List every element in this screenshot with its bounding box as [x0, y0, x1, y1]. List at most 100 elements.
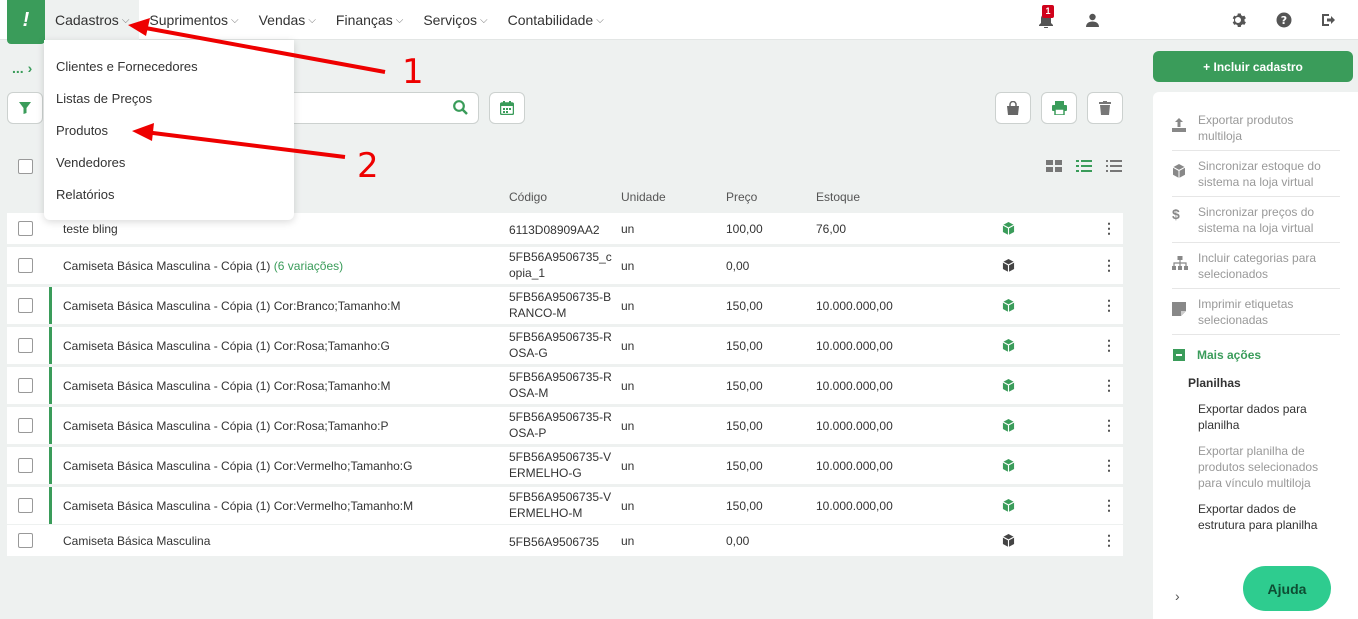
more-options-icon[interactable]: ⋮: [1102, 417, 1116, 434]
table-row[interactable]: Camiseta Básica Masculina - Cópia (1) Co…: [7, 327, 1123, 364]
user-icon[interactable]: [1082, 10, 1102, 30]
help-button[interactable]: Ajuda: [1243, 566, 1331, 611]
more-options-icon[interactable]: ⋮: [1102, 457, 1116, 474]
chevron-right-icon[interactable]: ›: [1175, 588, 1180, 604]
product-code: 5FB56A9506735-ROSA-P: [509, 410, 612, 440]
product-description[interactable]: Camiseta Básica Masculina: [63, 534, 210, 548]
more-options-icon[interactable]: ⋮: [1102, 377, 1116, 394]
action-label: Sincronizar estoque do sistema na loja v…: [1198, 159, 1321, 189]
annotation-arrows: [128, 18, 386, 159]
more-options-icon[interactable]: ⋮: [1102, 497, 1116, 514]
help-circle-icon[interactable]: ?: [1274, 10, 1294, 30]
row-checkbox[interactable]: [18, 257, 33, 273]
product-code: 5FB56A9506735_copia_1: [509, 250, 612, 280]
label-icon: [1172, 296, 1198, 328]
product-description[interactable]: Camiseta Básica Masculina - Cópia (1) Co…: [63, 419, 388, 433]
table-row[interactable]: Camiseta Básica Masculina 5FB56A9506735 un…: [7, 525, 1123, 556]
product-description[interactable]: Camiseta Básica Masculina - Cópia (1) Co…: [63, 339, 390, 353]
product-price: 150,00: [726, 338, 763, 353]
action-export-structure-sheet[interactable]: Exportar dados de estrutura para planilh…: [1198, 501, 1338, 533]
action-sync-prices[interactable]: $ Sincronizar preços do sistema na loja …: [1172, 204, 1340, 243]
sheets-heading: Planilhas: [1188, 376, 1241, 390]
table-row[interactable]: Camiseta Básica Masculina - Cópia (1) Co…: [7, 407, 1123, 444]
row-checkbox[interactable]: [18, 220, 33, 236]
row-checkbox[interactable]: [18, 457, 33, 473]
product-name: Camiseta Básica Masculina - Cópia (1) Co…: [63, 458, 413, 473]
product-stock: 76,00: [816, 221, 847, 236]
product-stock: 10.000.000,00: [816, 498, 893, 513]
product-stock: 10.000.000,00: [816, 418, 893, 433]
row-checkbox[interactable]: [18, 377, 33, 393]
table-row[interactable]: Camiseta Básica Masculina - Cópia (1) (6…: [7, 247, 1123, 284]
product-stock: 10.000.000,00: [816, 458, 893, 473]
printer-icon: [1051, 101, 1067, 115]
more-options-icon[interactable]: ⋮: [1102, 337, 1116, 354]
compact-list-icon[interactable]: [1106, 160, 1122, 172]
action-include-categories[interactable]: Incluir categorias para selecionados: [1172, 250, 1340, 289]
action-export-multistore-sheet[interactable]: Exportar planilha de produtos selecionad…: [1198, 443, 1338, 491]
trash-icon: [1099, 101, 1111, 115]
nav-contabilidade[interactable]: Contabilidade ⌵: [498, 0, 614, 40]
product-description[interactable]: Camiseta Básica Masculina - Cópia (1) Co…: [63, 499, 413, 513]
table-row[interactable]: Camiseta Básica Masculina - Cópia (1) Co…: [7, 447, 1123, 484]
action-export-products[interactable]: Exportar produtos multiloja: [1172, 112, 1340, 151]
product-description[interactable]: Camiseta Básica Masculina - Cópia (1) Co…: [63, 299, 400, 313]
product-description[interactable]: Camiseta Básica Masculina - Cópia (1) Co…: [63, 459, 412, 473]
col-header-stock[interactable]: Estoque: [816, 190, 860, 204]
product-description[interactable]: Camiseta Básica Masculina - Cópia (1) (6…: [63, 259, 343, 273]
arrow-1-head: [128, 18, 150, 36]
cube-icon: [1002, 378, 1015, 395]
table-row[interactable]: Camiseta Básica Masculina - Cópia (1) Co…: [7, 367, 1123, 404]
product-price: 100,00: [726, 221, 763, 236]
cube-icon: [1172, 158, 1198, 190]
product-price: 0,00: [726, 258, 750, 273]
product-description[interactable]: Camiseta Básica Masculina - Cópia (1) Co…: [63, 379, 390, 393]
cube-icon: [1002, 418, 1015, 435]
table-row[interactable]: Camiseta Básica Masculina - Cópia (1) Co…: [7, 287, 1123, 324]
action-sync-stock[interactable]: Sincronizar estoque do sistema na loja v…: [1172, 158, 1340, 197]
grid-view-icon[interactable]: [1046, 160, 1062, 172]
product-code: 6113D08909AA2: [509, 222, 600, 237]
product-price: 150,00: [726, 418, 763, 433]
arrow-1: [139, 25, 386, 74]
more-options-icon[interactable]: ⋮: [1102, 220, 1116, 237]
product-code: 5FB56A9506735-VERMELHO-G: [509, 450, 612, 480]
nav-label: Contabilidade: [507, 12, 594, 28]
more-options-icon[interactable]: ⋮: [1102, 297, 1116, 314]
variations-link[interactable]: (6 variações): [274, 259, 343, 273]
row-checkbox[interactable]: [18, 297, 33, 313]
col-header-price[interactable]: Preço: [726, 190, 757, 204]
logout-icon[interactable]: [1320, 10, 1340, 30]
col-header-unit[interactable]: Unidade: [621, 190, 666, 204]
product-description[interactable]: teste bling: [63, 222, 118, 236]
product-name: Camiseta Básica Masculina - Cópia (1) Co…: [63, 298, 401, 313]
row-checkbox[interactable]: [18, 532, 33, 548]
more-options-icon[interactable]: ⋮: [1102, 257, 1116, 274]
gear-icon[interactable]: [1228, 10, 1248, 30]
action-label: Exportar produtos multiloja: [1198, 113, 1294, 143]
variant-indicator: [49, 447, 52, 484]
delete-button[interactable]: [1087, 92, 1123, 124]
include-record-button[interactable]: + Incluir cadastro: [1153, 51, 1353, 82]
product-price: 150,00: [726, 498, 763, 513]
more-options-icon[interactable]: ⋮: [1102, 532, 1116, 549]
row-checkbox[interactable]: [18, 417, 33, 433]
hierarchy-icon: [1172, 250, 1198, 282]
action-export-sheet[interactable]: Exportar dados para planilha: [1198, 401, 1338, 433]
col-header-code[interactable]: Código: [509, 190, 547, 204]
table-row[interactable]: Camiseta Básica Masculina - Cópia (1) Co…: [7, 487, 1123, 524]
print-button[interactable]: [1041, 92, 1077, 124]
product-unit: un: [621, 498, 635, 513]
dollar-icon: $: [1172, 206, 1180, 222]
cube-icon: [1002, 221, 1015, 238]
store-button[interactable]: [995, 92, 1031, 124]
row-checkbox[interactable]: [18, 497, 33, 513]
row-checkbox[interactable]: [18, 337, 33, 353]
more-actions-toggle[interactable]: Mais ações: [1173, 348, 1261, 362]
action-print-labels[interactable]: Imprimir etiquetas selecionadas: [1172, 296, 1340, 335]
product-unit: un: [621, 258, 635, 273]
annotation-number-2: 2: [357, 146, 379, 186]
list-view-icon[interactable]: [1076, 160, 1092, 172]
product-name: Camiseta Básica Masculina - Cópia (1) Co…: [63, 378, 391, 393]
action-label: Incluir categorias para selecionados: [1198, 251, 1317, 281]
